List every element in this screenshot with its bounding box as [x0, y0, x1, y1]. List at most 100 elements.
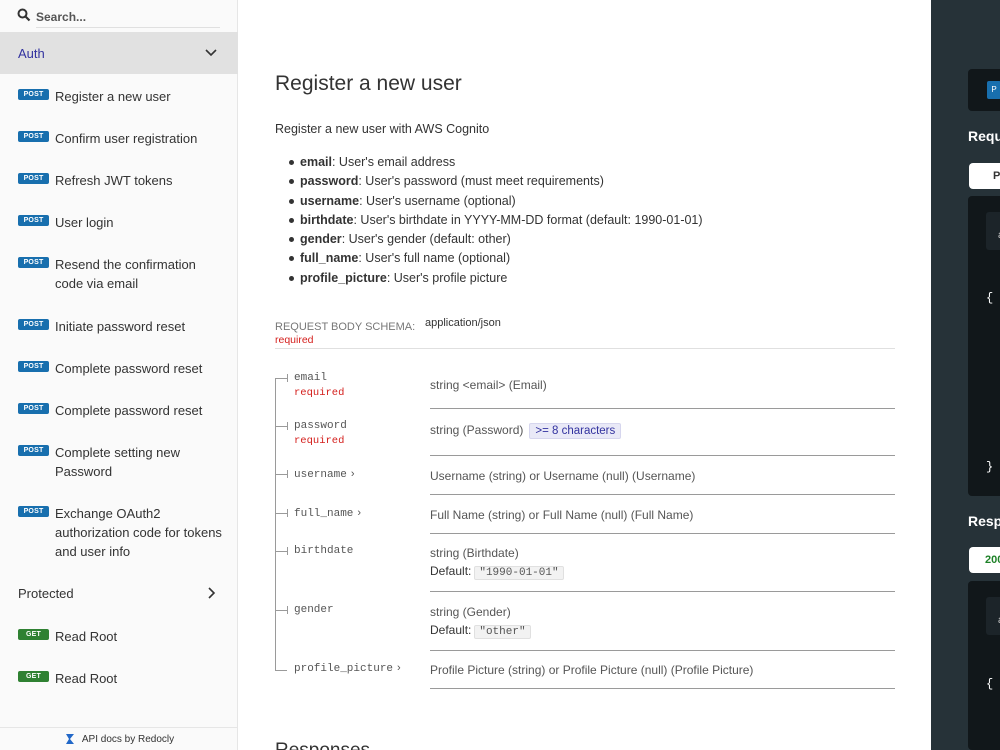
sidebar-item-resend-code[interactable]: POST Resend the confirmation code via em… — [0, 255, 238, 293]
property-type: Username (string) or Username (null) (Us… — [430, 465, 895, 495]
property-type: string (Birthdate) Default: "1990-01-01" — [430, 543, 895, 592]
sidebar-group-label: Protected — [18, 585, 74, 601]
response-samples-heading: Response samples — [968, 513, 1000, 529]
field-text: : User's birthdate in YYYY-MM-DD format … — [353, 212, 703, 227]
field-name: full_name — [300, 251, 359, 266]
sidebar-item-label: Read Root — [55, 629, 118, 644]
request-body-schema-header: REQUEST BODY SCHEMA: application/json re… — [275, 317, 895, 349]
property-type-text: Full Name (string) or Full Name (null) (… — [430, 508, 694, 522]
tree-connector — [287, 422, 288, 430]
field-text: : User's profile picture — [386, 270, 508, 285]
post-badge: POST — [18, 215, 49, 226]
field-text: : User's full name (optional) — [358, 251, 511, 266]
sidebar-item-complete-reset-2[interactable]: POST Complete password reset — [0, 401, 238, 420]
tab-response-200[interactable]: 200 — [969, 547, 1000, 573]
property-name-expandable[interactable]: full_name › — [294, 507, 361, 520]
sidebar-item-label: Complete password reset — [55, 403, 203, 418]
search-input[interactable] — [36, 6, 220, 28]
sidebar-item-confirm[interactable]: POST Confirm user registration — [0, 129, 238, 148]
chevron-right-icon: › — [397, 662, 401, 674]
request-samples-heading: Request samples — [968, 128, 1000, 144]
sidebar-item-label: Exchange OAuth2 authorization code for t… — [55, 506, 222, 559]
property-type: string (Password) >= 8 characters — [430, 418, 895, 456]
method-badge: P — [987, 81, 1000, 99]
tree-connector — [287, 374, 288, 382]
sidebar: Auth POST Register a new user POST Confi… — [0, 0, 238, 750]
sidebar-item-read-root[interactable]: GET Read Root — [0, 627, 238, 646]
sidebar-item-register[interactable]: POST Register a new user — [0, 87, 238, 106]
tree-connector — [276, 378, 287, 379]
tree-connector — [287, 509, 288, 517]
post-badge: POST — [18, 506, 49, 517]
schema-property-full-name[interactable]: full_name › Full Name (string) or Full Na… — [275, 504, 895, 534]
property-name: password — [294, 420, 347, 432]
required-label: required — [294, 435, 345, 447]
tree-connector — [275, 663, 276, 671]
property-name-expandable[interactable]: username › — [294, 468, 354, 481]
samples-panel: P Request samples Payload a { } Response… — [931, 0, 1000, 750]
operation-description: Register a new user with AWS Cognito — [275, 122, 490, 136]
chevron-right-icon: › — [357, 507, 362, 519]
required-label: required — [275, 334, 314, 346]
default-label: Default: — [430, 623, 472, 637]
field-text: : User's username (optional) — [359, 193, 516, 208]
property-type-text: string <email> (Email) — [430, 378, 547, 392]
field-name: profile_picture — [300, 270, 387, 285]
property-name: full_name — [294, 508, 354, 520]
tree-connector — [276, 610, 287, 611]
sidebar-item-label: Initiate password reset — [55, 319, 186, 334]
list-item: password: User's password (must meet req… — [289, 172, 703, 191]
schema-property-gender: gender string (Gender) Default: "other" — [275, 602, 895, 651]
footer-text: API docs by Redocly — [81, 733, 175, 745]
content-type-box: a — [986, 212, 1000, 250]
schema-property-profile-picture[interactable]: profile_picture › Profile Picture (string… — [275, 660, 895, 689]
sidebar-group-auth[interactable]: Auth — [0, 32, 238, 74]
post-badge: POST — [18, 89, 49, 100]
property-type-text: Profile Picture (string) or Profile Pict… — [430, 663, 754, 677]
schema-property-username[interactable]: username › Username (string) or Username … — [275, 465, 895, 495]
request-code-sample: a { } — [968, 196, 1000, 496]
property-type: string (Gender) Default: "other" — [430, 602, 895, 651]
sidebar-item-initiate-reset[interactable]: POST Initiate password reset — [0, 317, 238, 336]
sidebar-item-login[interactable]: POST User login — [0, 213, 238, 232]
chevron-right-icon — [208, 587, 216, 599]
default-row: Default: "1990-01-01" — [430, 564, 895, 580]
default-value: "1990-01-01" — [474, 566, 564, 580]
search-icon — [17, 8, 31, 22]
list-item: full_name: User's full name (optional) — [289, 249, 703, 268]
schema-property-birthdate: birthdate string (Birthdate) Default: "19… — [275, 543, 895, 592]
field-name: birthdate — [300, 212, 354, 227]
sidebar-group-protected[interactable]: Protected — [0, 572, 238, 614]
tree-connector — [276, 474, 287, 475]
default-label: Default: — [430, 564, 472, 578]
redocly-logo-icon — [65, 734, 74, 744]
property-type-text: string (Password) — [430, 423, 524, 437]
search-bar — [0, 0, 238, 32]
property-type: Profile Picture (string) or Profile Pict… — [430, 660, 895, 689]
redocly-footer-link[interactable]: API docs by Redocly — [0, 727, 238, 750]
property-type-text: Username (string) or Username (null) (Us… — [430, 469, 696, 483]
sidebar-item-refresh[interactable]: POST Refresh JWT tokens — [0, 171, 238, 190]
get-badge: GET — [18, 671, 49, 682]
default-value: "other" — [474, 625, 531, 639]
sidebar-item-new-password[interactable]: POST Complete setting new Password — [0, 443, 238, 481]
endpoint-url-box[interactable]: P — [968, 69, 1000, 111]
post-badge: POST — [18, 173, 49, 184]
chevron-right-icon: › — [350, 468, 355, 480]
tab-payload[interactable]: Payload — [969, 163, 1000, 189]
sidebar-item-oauth-exchange[interactable]: POST Exchange OAuth2 authorization code … — [0, 504, 238, 561]
property-name: username — [294, 469, 347, 481]
content-type-box: a — [986, 597, 1000, 635]
field-name: gender — [300, 232, 342, 247]
main-content: Register a new user Register a new user … — [239, 0, 931, 750]
property-name: email — [294, 372, 328, 384]
field-text: : User's email address — [331, 155, 456, 169]
property-name-expandable[interactable]: profile_picture › — [294, 662, 401, 675]
sidebar-item-read-root-2[interactable]: GET Read Root — [0, 669, 238, 688]
sidebar-item-label: Complete password reset — [55, 361, 203, 376]
code-brace: { — [986, 291, 994, 305]
sidebar-item-complete-reset[interactable]: POST Complete password reset — [0, 359, 238, 378]
schema-property-email: email required string <email> (Email) — [275, 370, 895, 409]
code-brace: { — [986, 677, 994, 691]
tree-connector — [287, 547, 288, 555]
